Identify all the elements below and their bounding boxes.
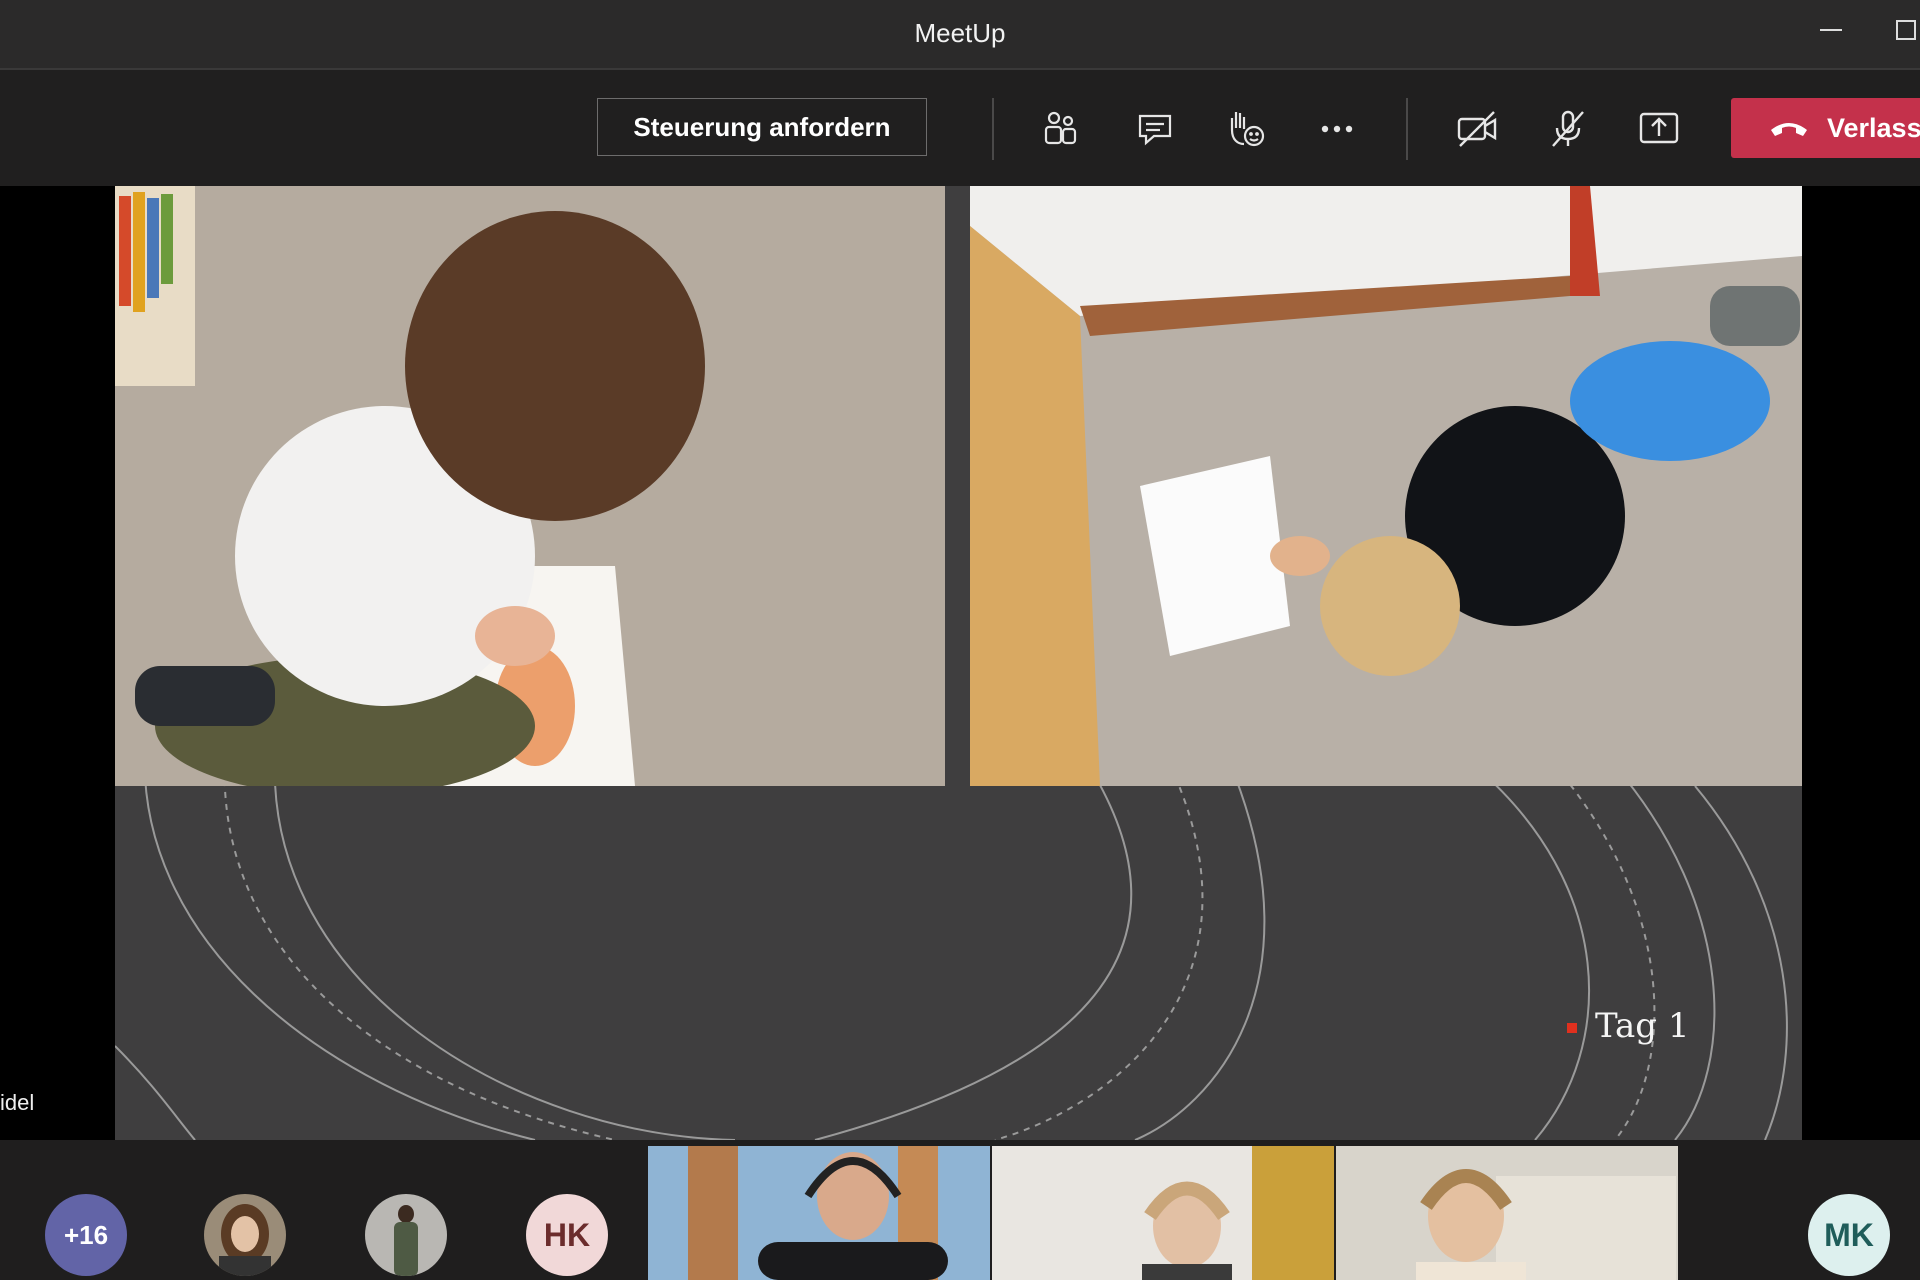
participants-icon[interactable] — [1038, 106, 1084, 152]
participant-strip: +16 HK MK — [0, 1140, 1920, 1280]
leave-button[interactable]: Verlassen — [1731, 98, 1920, 158]
participant-initials-avatar[interactable]: HK — [526, 1194, 608, 1276]
title-bar: MeetUp — [0, 0, 1920, 70]
request-control-button[interactable]: Steuerung anfordern — [597, 98, 927, 156]
slide-bullet-marker — [1567, 1023, 1577, 1033]
child-drawing-lying-photo — [970, 186, 1802, 786]
presentation-slide: Tag 1 — [115, 186, 1802, 1140]
slide-day-label: Tag 1 — [1595, 1006, 1690, 1046]
participant-video-tile[interactable] — [1336, 1146, 1678, 1280]
participant-avatar-2[interactable] — [365, 1194, 447, 1276]
participant-initials-avatar[interactable]: MK — [1808, 1194, 1890, 1276]
raise-hand-icon[interactable] — [1222, 106, 1268, 152]
participant-video-tile[interactable] — [648, 1146, 990, 1280]
presenter-name-label: idel — [0, 1090, 35, 1115]
mic-off-icon[interactable] — [1545, 106, 1591, 152]
minimize-icon[interactable] — [1820, 29, 1842, 31]
participant-video-tile[interactable] — [992, 1146, 1334, 1280]
participant-avatar-1[interactable] — [204, 1194, 286, 1276]
maximize-icon[interactable] — [1896, 20, 1916, 40]
more-participants-button[interactable]: +16 — [45, 1194, 127, 1276]
more-options-icon[interactable] — [1314, 106, 1360, 152]
toolbar-divider — [992, 98, 994, 160]
window-title: MeetUp — [914, 18, 1006, 48]
child-drawing-kneeling-photo — [115, 186, 945, 786]
meeting-toolbar: Steuerung anfordern Verlass — [0, 70, 1920, 186]
toolbar-divider — [1406, 98, 1408, 160]
share-screen-icon[interactable] — [1636, 106, 1682, 152]
leave-label: Verlassen — [1827, 113, 1920, 143]
shared-screen: Tag 1 — [0, 186, 1920, 1140]
chat-icon[interactable] — [1132, 106, 1178, 152]
camera-off-icon[interactable] — [1454, 106, 1500, 152]
phone-hangup-icon — [1771, 123, 1807, 136]
